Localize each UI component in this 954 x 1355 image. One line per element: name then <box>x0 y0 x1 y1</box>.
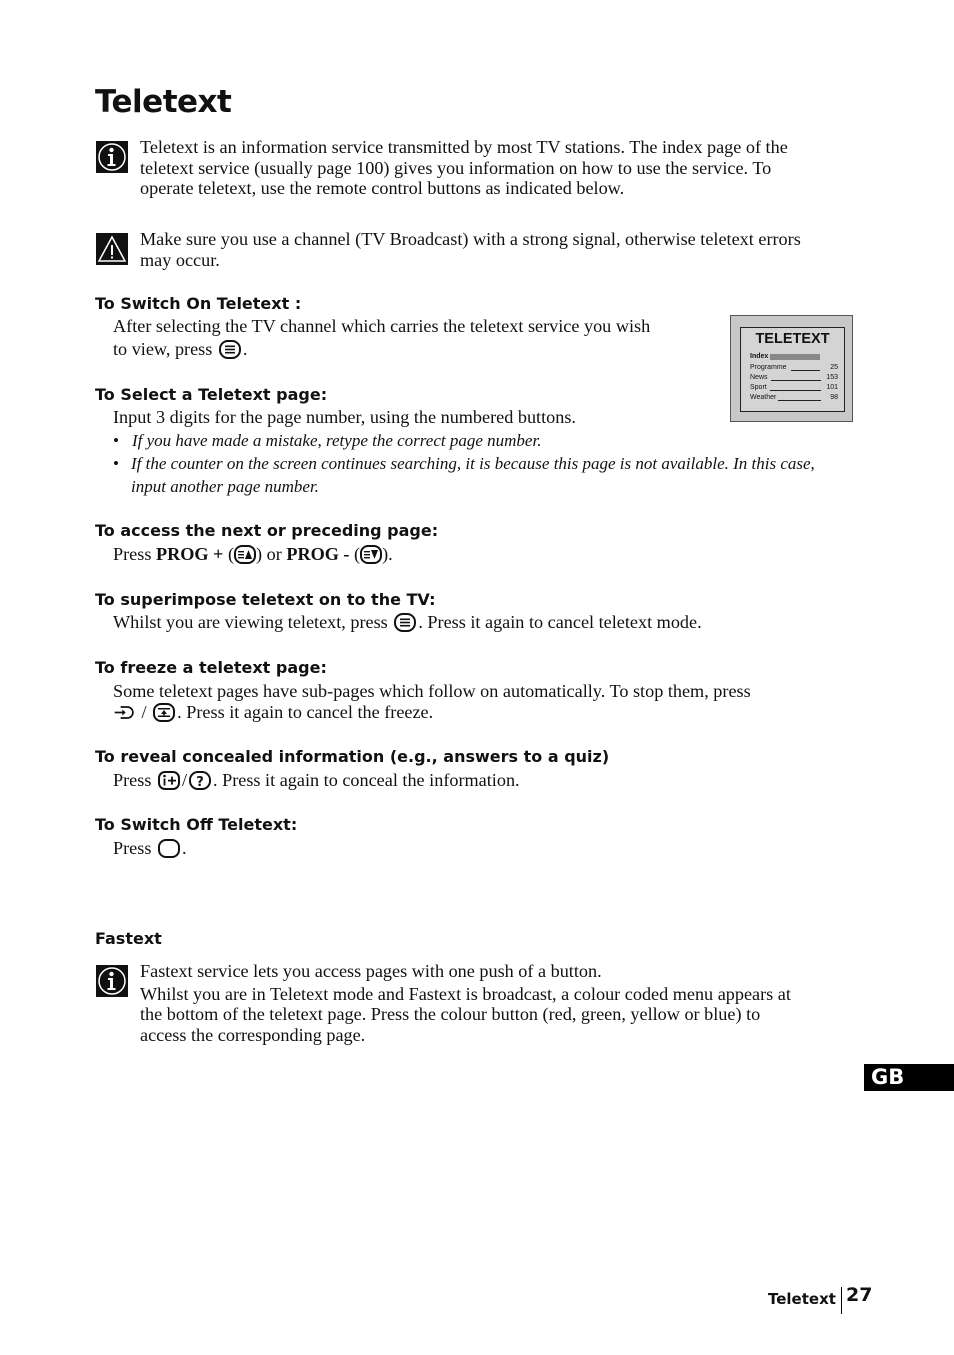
heading-fastext: Fastext <box>95 929 162 948</box>
teletext-screen: TELETEXT Index Programme 25 News 153 Spo… <box>740 327 845 412</box>
hold-icon <box>114 706 134 719</box>
warning-text-line: Make sure you use a channel (TV Broadcas… <box>140 229 801 249</box>
heading-switch-on: To Switch On Teletext : <box>95 294 302 313</box>
index-highlight-bar <box>770 354 820 360</box>
reveal-icon: ? <box>189 771 212 790</box>
page-title: Teletext <box>95 84 232 120</box>
teletext-row: Sport 101 <box>750 384 838 391</box>
teletext-row: News 153 <box>750 374 838 381</box>
heading-superimpose: To superimpose teletext on to the TV: <box>95 590 436 609</box>
freeze-text: Some teletext pages have sub-pages which… <box>113 681 751 701</box>
freeze-icon <box>153 703 176 722</box>
select-page-text: Input 3 digits for the page number, usin… <box>113 407 576 427</box>
fastext-text-line: access the corresponding page. <box>140 1024 366 1045</box>
footer-divider <box>841 1287 842 1314</box>
info-text-line: teletext service (usually page 100) give… <box>140 157 772 178</box>
info-icon <box>96 965 128 997</box>
page-number: 27 <box>846 1284 873 1306</box>
teletext-row: Programme 25 <box>750 364 838 371</box>
fastext-text-line: Whilst you are in Teletext mode and Fast… <box>140 983 791 1004</box>
freeze-text-2: / . Press it again to cancel the freeze. <box>113 701 433 724</box>
superimpose-text: Whilst you are viewing teletext, press .… <box>113 612 702 632</box>
page-up-icon <box>234 545 257 564</box>
teletext-button-icon <box>218 340 241 359</box>
info-text-line: operate teletext, use the remote control… <box>140 178 625 198</box>
next-page-text: Press PROG + () or PROG - (). <box>113 544 393 564</box>
page-down-icon <box>360 545 383 564</box>
info-icon <box>96 141 128 173</box>
tv-icon <box>157 839 180 858</box>
teletext-button-icon <box>394 613 417 632</box>
heading-select-page: To Select a Teletext page: <box>95 385 328 404</box>
info-text-line: Teletext is an information service trans… <box>140 137 788 157</box>
teletext-index-row: Index <box>750 353 838 362</box>
teletext-row: Weather 98 <box>750 394 838 401</box>
info-plus-icon <box>157 771 180 790</box>
language-tab: GB <box>864 1064 954 1091</box>
fastext-text-line: Fastext service lets you access pages wi… <box>140 961 602 981</box>
heading-reveal: To reveal concealed information (e.g., a… <box>95 747 610 766</box>
fastext-text-line: the bottom of the teletext page. Press t… <box>140 1004 761 1024</box>
warning-text-line: may occur. <box>140 249 220 270</box>
teletext-screen-title: TELETEXT <box>755 331 830 347</box>
switch-on-text: After selecting the TV channel which car… <box>113 316 651 336</box>
switch-off-text: Press . <box>113 838 187 858</box>
heading-switch-off: To Switch Off Teletext: <box>95 815 298 834</box>
reveal-text: Press /?. Press it again to conceal the … <box>113 770 520 790</box>
switch-on-text-2: to view, press . <box>113 339 248 359</box>
heading-freeze: To freeze a teletext page: <box>95 658 327 677</box>
warning-icon <box>96 233 128 265</box>
teletext-screen-illustration: TELETEXT Index Programme 25 News 153 Spo… <box>730 315 853 422</box>
footer-section-label: Teletext <box>768 1290 836 1308</box>
svg-text:?: ? <box>196 775 204 790</box>
heading-next-page: To access the next or preceding page: <box>95 521 439 540</box>
